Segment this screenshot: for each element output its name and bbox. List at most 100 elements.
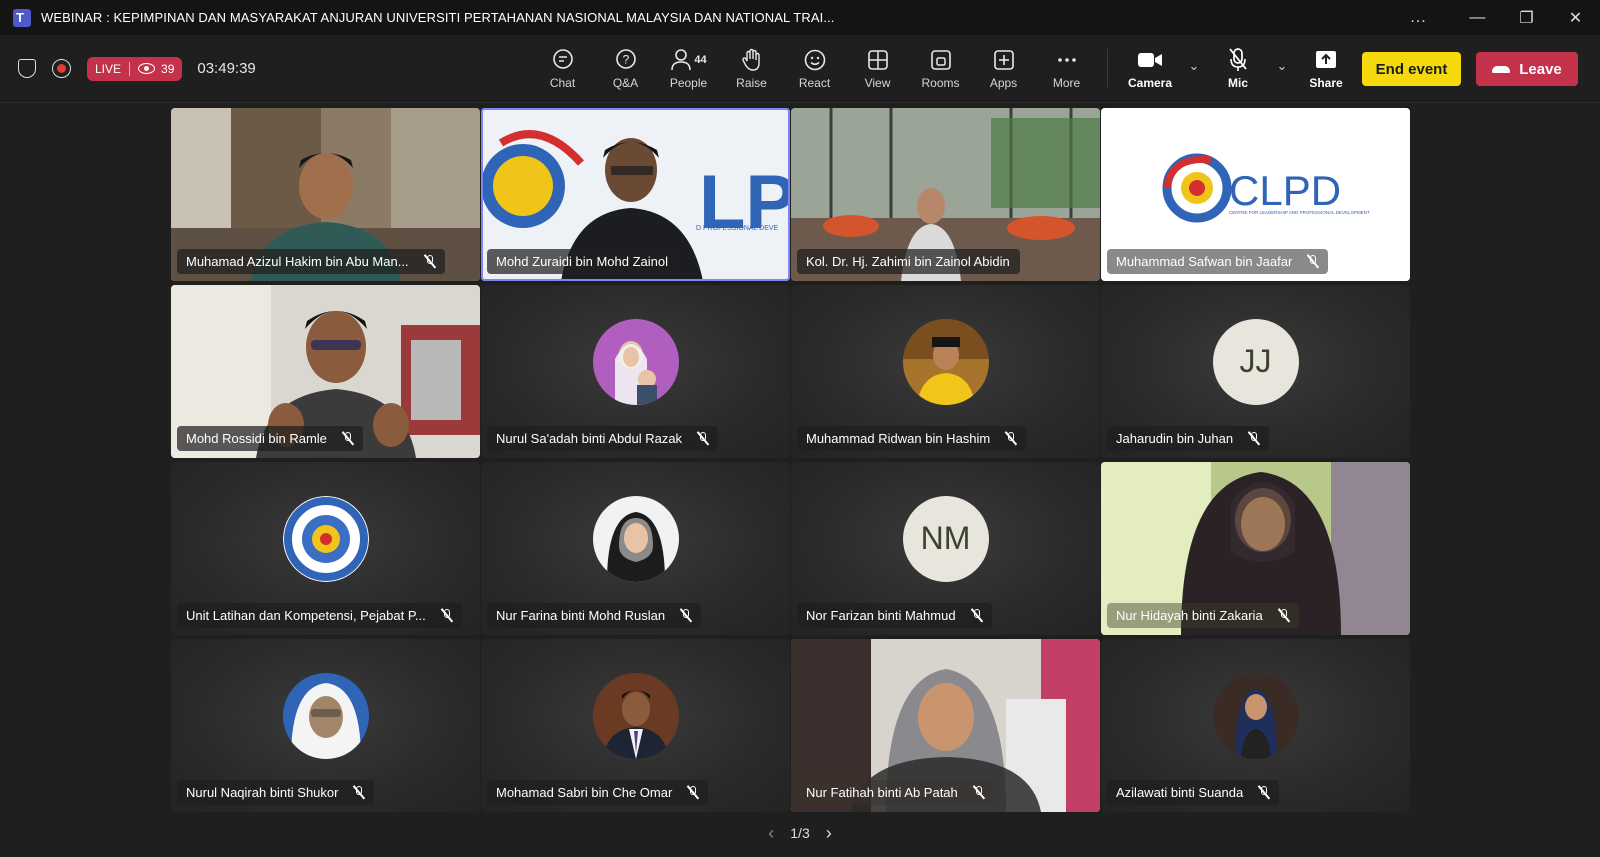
participant-tile[interactable]: Nurul Naqirah binti Shukor — [171, 639, 480, 812]
svg-text:?: ? — [622, 53, 629, 67]
viewer-count: 39 — [161, 61, 175, 76]
participant-tile[interactable]: Muhammad Ridwan bin Hashim — [791, 285, 1100, 458]
participant-name-tag: Nur Farina binti Mohd Ruslan — [487, 603, 702, 628]
people-button[interactable]: 44 People — [657, 35, 720, 102]
eye-icon — [138, 63, 156, 74]
participant-name-tag: Jaharudin bin Juhan — [1107, 426, 1270, 451]
restore-button[interactable]: ❐ — [1502, 0, 1551, 35]
participant-tile[interactable]: Nur Hidayah binti Zakaria — [1101, 462, 1410, 635]
apps-button[interactable]: Apps — [972, 35, 1035, 102]
view-icon — [867, 47, 889, 73]
mic-off-icon — [353, 785, 366, 800]
people-icon: 44 — [670, 47, 707, 73]
participant-tile[interactable]: Mohamad Sabri bin Che Omar — [481, 639, 790, 812]
participant-name-tag: Muhamad Azizul Hakim bin Abu Man... — [177, 249, 445, 274]
participant-name-tag: Mohamad Sabri bin Che Omar — [487, 780, 709, 805]
participant-name-tag: Mohd Rossidi bin Ramle — [177, 426, 363, 451]
participant-name-tag: Kol. Dr. Hj. Zahimi bin Zainol Abidin — [797, 249, 1020, 274]
meeting-timer: 03:49:39 — [197, 60, 256, 77]
meeting-toolbar: LIVE 39 03:49:39 Chat ? Q&A 44 People Ra… — [0, 35, 1600, 103]
mic-off-icon — [1257, 785, 1270, 800]
participant-tile[interactable]: Azilawati binti Suanda — [1101, 639, 1410, 812]
title-bar: WEBINAR : KEPIMPINAN DAN MASYARAKAT ANJU… — [0, 0, 1600, 35]
participant-name-tag: Nurul Naqirah binti Shukor — [177, 780, 375, 805]
mic-off-icon — [1227, 47, 1249, 73]
mic-off-icon — [341, 431, 354, 446]
participant-avatar — [282, 672, 369, 759]
end-event-button[interactable]: End event — [1362, 52, 1461, 86]
recording-icon[interactable] — [52, 59, 71, 78]
close-button[interactable]: ✕ — [1551, 0, 1600, 35]
participant-name-tag: Unit Latihan dan Kompetensi, Pejabat P..… — [177, 603, 462, 628]
participant-avatar — [902, 318, 989, 405]
participant-name-tag: Nurul Sa'adah binti Abdul Razak — [487, 426, 719, 451]
mic-off-icon — [1247, 431, 1260, 446]
participant-name-tag: Nur Fatihah binti Ab Patah — [797, 780, 994, 805]
teams-logo-icon — [13, 8, 31, 27]
mic-button[interactable]: Mic — [1206, 35, 1270, 102]
mic-options-chevron-icon[interactable]: ⌄ — [1270, 58, 1294, 74]
participant-initials: JJ — [1212, 318, 1299, 405]
apps-icon — [993, 47, 1015, 73]
mic-off-icon — [1004, 431, 1018, 446]
chat-icon — [551, 47, 575, 73]
participant-tile-active-speaker[interactable]: LPI D PROFESSIONAL DEVE Mohd Zuraidi bin… — [481, 108, 790, 281]
camera-icon — [1137, 47, 1163, 73]
participant-tile[interactable]: Nurul Sa'adah binti Abdul Razak — [481, 285, 790, 458]
previous-page-chevron-icon[interactable]: ‹ — [768, 823, 774, 844]
raise-hand-button[interactable]: Raise — [720, 35, 783, 102]
rooms-button[interactable]: Rooms — [909, 35, 972, 102]
shield-icon[interactable] — [18, 59, 36, 78]
leave-button[interactable]: Leave — [1476, 52, 1578, 86]
toolbar-divider — [1107, 49, 1108, 87]
participant-tile[interactable]: Mohd Rossidi bin Ramle — [171, 285, 480, 458]
participant-tile[interactable]: Nur Farina binti Mohd Ruslan — [481, 462, 790, 635]
view-button[interactable]: View — [846, 35, 909, 102]
page-indicator: 1/3 — [790, 825, 810, 841]
participant-name-tag: Muhammad Ridwan bin Hashim — [797, 426, 1027, 451]
clpd-logo-text: CLPD — [1229, 167, 1341, 214]
participant-name-tag: Azilawati binti Suanda — [1107, 780, 1280, 805]
gallery-pager: ‹ 1/3 › — [0, 818, 1600, 848]
window-controls: ... — ❐ ✕ — [1394, 0, 1600, 35]
upnm-logo-avatar — [282, 495, 369, 582]
mic-off-icon — [972, 785, 985, 800]
participant-tile[interactable]: Nur Fatihah binti Ab Patah — [791, 639, 1100, 812]
camera-options-chevron-icon[interactable]: ⌄ — [1182, 58, 1206, 74]
share-button[interactable]: Share — [1294, 35, 1358, 102]
participant-tile[interactable]: CLPD CENTRE FOR LEADERSHIP AND PROFESSIO… — [1101, 108, 1410, 281]
participant-avatar — [1212, 672, 1299, 759]
camera-button[interactable]: Camera — [1118, 35, 1182, 102]
qa-icon: ? — [614, 47, 638, 73]
mic-off-icon — [687, 785, 700, 800]
svg-text:D PROFESSIONAL DEVE: D PROFESSIONAL DEVE — [696, 225, 779, 232]
toolbar-actions: Chat ? Q&A 44 People Raise React View Ro… — [531, 35, 1098, 102]
participant-initials: NM — [902, 495, 989, 582]
people-count: 44 — [694, 54, 707, 66]
more-button[interactable]: More — [1035, 35, 1098, 102]
participant-tile[interactable]: Kol. Dr. Hj. Zahimi bin Zainol Abidin — [791, 108, 1100, 281]
participant-avatar — [592, 318, 679, 405]
clpd-logo-subtitle: CENTRE FOR LEADERSHIP AND PROFESSIONAL D… — [1229, 210, 1370, 215]
participant-name-tag: Nur Hidayah binti Zakaria — [1107, 603, 1299, 628]
window-title: WEBINAR : KEPIMPINAN DAN MASYARAKAT ANJU… — [41, 10, 835, 25]
participant-name-tag: Nor Farizan binti Mahmud — [797, 603, 992, 628]
react-button[interactable]: React — [783, 35, 846, 102]
mic-off-icon — [970, 608, 983, 623]
mic-off-icon — [696, 431, 709, 446]
mic-off-icon — [1277, 608, 1290, 623]
mic-off-icon — [423, 254, 436, 269]
live-badge[interactable]: LIVE 39 — [87, 56, 183, 81]
more-options-icon[interactable]: ... — [1394, 0, 1443, 35]
next-page-chevron-icon[interactable]: › — [826, 823, 832, 844]
participant-tile[interactable]: JJ Jaharudin bin Juhan — [1101, 285, 1410, 458]
participant-tile[interactable]: Unit Latihan dan Kompetensi, Pejabat P..… — [171, 462, 480, 635]
participant-tile[interactable]: NM Nor Farizan binti Mahmud — [791, 462, 1100, 635]
chat-button[interactable]: Chat — [531, 35, 594, 102]
svg-text:LPI: LPI — [699, 160, 790, 245]
minimize-button[interactable]: — — [1453, 0, 1502, 35]
participant-tile[interactable]: Muhamad Azizul Hakim bin Abu Man... — [171, 108, 480, 281]
leave-label: Leave — [1519, 60, 1562, 78]
qa-button[interactable]: ? Q&A — [594, 35, 657, 102]
participant-name-tag: Muhammad Safwan bin Jaafar — [1107, 249, 1329, 274]
